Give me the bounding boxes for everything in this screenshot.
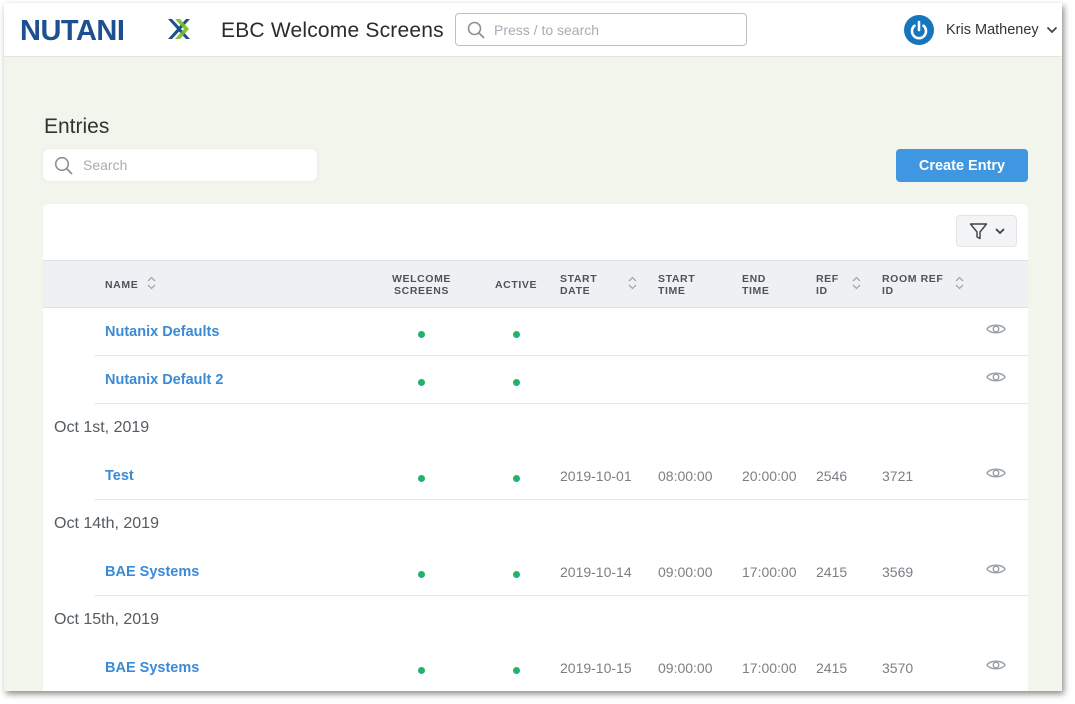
page-title: Entries xyxy=(44,115,110,138)
chevron-down-icon xyxy=(1046,26,1057,34)
start-date-cell: 2019-10-01 xyxy=(560,468,632,484)
start-time-cell: 08:00:00 xyxy=(658,468,713,484)
sort-icon[interactable] xyxy=(955,276,964,290)
date-group-header: Oct 15th, 2019 xyxy=(43,596,1028,644)
entries-table: NAME WELCOME SCREENS ACTIVE START DATE STA… xyxy=(43,204,1028,691)
search-icon xyxy=(467,21,485,39)
ref-id-cell: 2546 xyxy=(816,468,848,484)
welcome-screens-status xyxy=(418,379,425,386)
search-icon xyxy=(54,156,73,175)
entries-search-input[interactable] xyxy=(83,155,303,175)
date-group-label: Oct 15th, 2019 xyxy=(54,611,159,628)
start-date-cell: 2019-10-14 xyxy=(560,564,632,580)
entry-name-link[interactable]: BAE Systems xyxy=(105,564,199,580)
eye-icon[interactable] xyxy=(986,466,1006,480)
eye-icon[interactable] xyxy=(986,658,1006,672)
date-group-header: Oct 1st, 2019 xyxy=(43,404,1028,452)
column-start-date[interactable]: START DATE xyxy=(560,273,597,297)
filter-button[interactable] xyxy=(956,215,1017,247)
ref-id-cell: 2415 xyxy=(816,564,848,580)
column-room-ref-id[interactable]: ROOM REF ID xyxy=(882,273,943,297)
column-active: ACTIVE xyxy=(495,279,538,291)
column-name[interactable]: NAME xyxy=(105,279,138,291)
room-ref-id-cell: 3721 xyxy=(882,468,914,484)
active-status xyxy=(513,379,520,386)
global-search[interactable] xyxy=(455,13,747,46)
sort-icon[interactable] xyxy=(147,276,156,290)
sort-icon[interactable] xyxy=(628,276,637,290)
chevron-down-icon xyxy=(995,228,1005,235)
column-end-time: END TIME xyxy=(742,273,770,297)
column-start-time: START TIME xyxy=(658,273,696,297)
active-status xyxy=(513,331,520,338)
eye-icon[interactable] xyxy=(986,562,1006,576)
entry-name-link[interactable]: BAE Systems xyxy=(105,660,199,676)
table-row[interactable]: Nutanix Default 2 xyxy=(43,356,1028,404)
power-icon xyxy=(904,15,934,45)
end-time-cell: 20:00:00 xyxy=(742,468,797,484)
sort-icon[interactable] xyxy=(852,276,861,290)
entry-name-link[interactable]: Nutanix Defaults xyxy=(105,324,219,340)
table-row[interactable]: BAE Systems 2019-10-15 09:00:00 17:00:00… xyxy=(43,644,1028,691)
app-window: NUTANI EBC Welcome Screens Kris Matheney xyxy=(4,3,1062,691)
eye-icon[interactable] xyxy=(986,322,1006,336)
nutanix-logo[interactable]: NUTANI xyxy=(20,16,200,42)
active-status xyxy=(513,667,520,674)
active-status xyxy=(513,475,520,482)
welcome-screens-status xyxy=(418,331,425,338)
room-ref-id-cell: 3570 xyxy=(882,660,914,676)
start-time-cell: 09:00:00 xyxy=(658,660,713,676)
filter-icon xyxy=(969,223,988,240)
active-status xyxy=(513,571,520,578)
create-entry-button[interactable]: Create Entry xyxy=(896,149,1028,182)
entry-name-link[interactable]: Nutanix Default 2 xyxy=(105,372,223,388)
global-search-input[interactable] xyxy=(494,19,734,41)
column-welcome-screens: WELCOME SCREENS xyxy=(392,273,452,297)
table-row[interactable]: Test 2019-10-01 08:00:00 20:00:00 2546 3… xyxy=(43,452,1028,500)
room-ref-id-cell: 3569 xyxy=(882,564,914,580)
app-title: EBC Welcome Screens xyxy=(221,19,444,42)
table-header: NAME WELCOME SCREENS ACTIVE START DATE STA… xyxy=(43,260,1028,308)
start-date-cell: 2019-10-15 xyxy=(560,660,632,676)
entries-search[interactable] xyxy=(43,149,317,181)
table-row[interactable]: Nutanix Defaults xyxy=(43,308,1028,356)
column-ref-id[interactable]: REF ID xyxy=(816,273,839,297)
start-time-cell: 09:00:00 xyxy=(658,564,713,580)
date-group-header: Oct 14th, 2019 xyxy=(43,500,1028,548)
date-group-label: Oct 14th, 2019 xyxy=(54,515,159,532)
user-menu[interactable]: Kris Matheney xyxy=(904,14,1058,46)
end-time-cell: 17:00:00 xyxy=(742,564,797,580)
end-time-cell: 17:00:00 xyxy=(742,660,797,676)
table-row[interactable]: BAE Systems 2019-10-14 09:00:00 17:00:00… xyxy=(43,548,1028,596)
entry-name-link[interactable]: Test xyxy=(105,468,134,484)
ref-id-cell: 2415 xyxy=(816,660,848,676)
welcome-screens-status xyxy=(418,475,425,482)
date-group-label: Oct 1st, 2019 xyxy=(54,419,150,436)
welcome-screens-status xyxy=(418,667,425,674)
top-bar: NUTANI EBC Welcome Screens Kris Matheney xyxy=(4,3,1062,57)
eye-icon[interactable] xyxy=(986,370,1006,384)
welcome-screens-status xyxy=(418,571,425,578)
user-name: Kris Matheney xyxy=(946,22,1039,38)
svg-text:NUTANI: NUTANI xyxy=(20,16,124,42)
